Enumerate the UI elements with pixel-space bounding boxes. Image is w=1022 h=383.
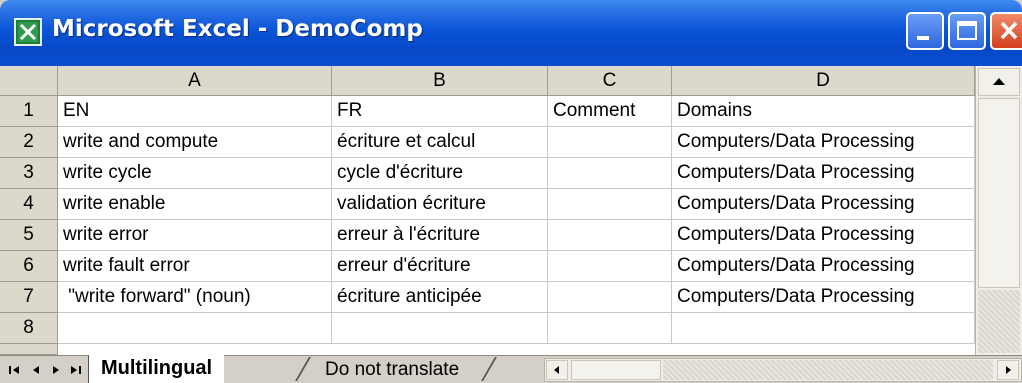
worksheet-grid[interactable]: A B C D 1 EN FR Comment Domains 2 write … <box>0 66 1022 355</box>
tab-divider <box>481 357 497 381</box>
prev-sheet-icon[interactable] <box>26 359 46 381</box>
cell-d4[interactable]: Computers/Data Processing <box>672 189 975 220</box>
cell-a4[interactable]: write enable <box>58 189 332 220</box>
cell-c5[interactable] <box>548 220 672 251</box>
tab-divider <box>295 357 311 381</box>
cell-c8[interactable] <box>548 313 672 344</box>
cell-b6[interactable]: erreur d'écriture <box>332 251 548 282</box>
close-button[interactable] <box>990 12 1022 50</box>
cell-d8[interactable] <box>672 313 975 344</box>
vertical-scrollbar[interactable] <box>975 66 1022 355</box>
cell-c4[interactable] <box>548 189 672 220</box>
window-title: Microsoft Excel - DemoComp <box>52 16 423 42</box>
cell-d2[interactable]: Computers/Data Processing <box>672 127 975 158</box>
cell-d7[interactable]: Computers/Data Processing <box>672 282 975 313</box>
title-bar[interactable]: Microsoft Excel - DemoComp <box>0 0 1022 66</box>
cell-c6[interactable] <box>548 251 672 282</box>
maximize-button[interactable] <box>948 12 986 50</box>
row-header-4[interactable]: 4 <box>0 189 58 220</box>
select-all-corner[interactable] <box>0 66 58 96</box>
scroll-right-button[interactable] <box>997 360 1019 380</box>
cell-a5[interactable]: write error <box>58 220 332 251</box>
cell-b1[interactable]: FR <box>332 96 548 127</box>
row-header-3[interactable]: 3 <box>0 158 58 189</box>
cell-c3[interactable] <box>548 158 672 189</box>
cell-b7[interactable]: écriture anticipée <box>332 282 548 313</box>
row-header-6[interactable]: 6 <box>0 251 58 282</box>
cell-d5[interactable]: Computers/Data Processing <box>672 220 975 251</box>
sheet-tab-bar: Multilingual Do not translate <box>0 355 1022 383</box>
scroll-left-button[interactable] <box>546 360 568 380</box>
arrow-left-icon <box>554 366 559 374</box>
column-header-a[interactable]: A <box>58 66 332 96</box>
excel-window: Microsoft Excel - DemoComp A B C D 1 EN <box>0 0 1022 383</box>
cell-d1[interactable]: Domains <box>672 96 975 127</box>
column-header-c[interactable]: C <box>548 66 672 96</box>
cell-d6[interactable]: Computers/Data Processing <box>672 251 975 282</box>
row-header-5[interactable]: 5 <box>0 220 58 251</box>
cell-b8[interactable] <box>332 313 548 344</box>
row-header-1[interactable]: 1 <box>0 96 58 127</box>
cell-b3[interactable]: cycle d'écriture <box>332 158 548 189</box>
cell-c7[interactable] <box>548 282 672 313</box>
row-header-9[interactable] <box>0 344 58 355</box>
cell-b5[interactable]: erreur à l'écriture <box>332 220 548 251</box>
column-header-b[interactable]: B <box>332 66 548 96</box>
close-icon <box>1000 21 1018 40</box>
last-sheet-icon[interactable] <box>66 359 86 381</box>
cell-a1[interactable]: EN <box>58 96 332 127</box>
cell-c1[interactable]: Comment <box>548 96 672 127</box>
excel-app-icon[interactable] <box>14 18 42 46</box>
vertical-scroll-track[interactable] <box>978 290 1020 353</box>
next-sheet-icon[interactable] <box>46 359 66 381</box>
column-header-d[interactable]: D <box>672 66 975 96</box>
minimize-button[interactable] <box>906 12 944 50</box>
horizontal-scrollbar[interactable] <box>544 358 1022 382</box>
horizontal-scroll-thumb[interactable] <box>571 360 661 380</box>
minimize-icon <box>917 36 929 40</box>
tab-do-not-translate[interactable]: Do not translate <box>313 356 471 383</box>
cell-c2[interactable] <box>548 127 672 158</box>
scroll-up-button[interactable] <box>978 68 1020 96</box>
cell-a6[interactable]: write fault error <box>58 251 332 282</box>
row-header-2[interactable]: 2 <box>0 127 58 158</box>
tab-multilingual[interactable]: Multilingual <box>88 355 225 383</box>
row-header-8[interactable]: 8 <box>0 313 58 344</box>
vertical-scroll-thumb[interactable] <box>978 98 1020 288</box>
arrow-right-icon <box>1006 366 1011 374</box>
cell-a2[interactable]: write and compute <box>58 127 332 158</box>
horizontal-scroll-track[interactable] <box>663 360 993 380</box>
cell-a3[interactable]: write cycle <box>58 158 332 189</box>
cell-a8[interactable] <box>58 313 332 344</box>
cell-d3[interactable]: Computers/Data Processing <box>672 158 975 189</box>
first-sheet-icon[interactable] <box>4 359 24 381</box>
maximize-icon <box>957 21 977 40</box>
cell-b4[interactable]: validation écriture <box>332 189 548 220</box>
cell-b2[interactable]: écriture et calcul <box>332 127 548 158</box>
arrow-up-icon <box>993 78 1005 85</box>
row-header-7[interactable]: 7 <box>0 282 58 313</box>
cell-a7[interactable]: "write forward" (noun) <box>58 282 332 313</box>
